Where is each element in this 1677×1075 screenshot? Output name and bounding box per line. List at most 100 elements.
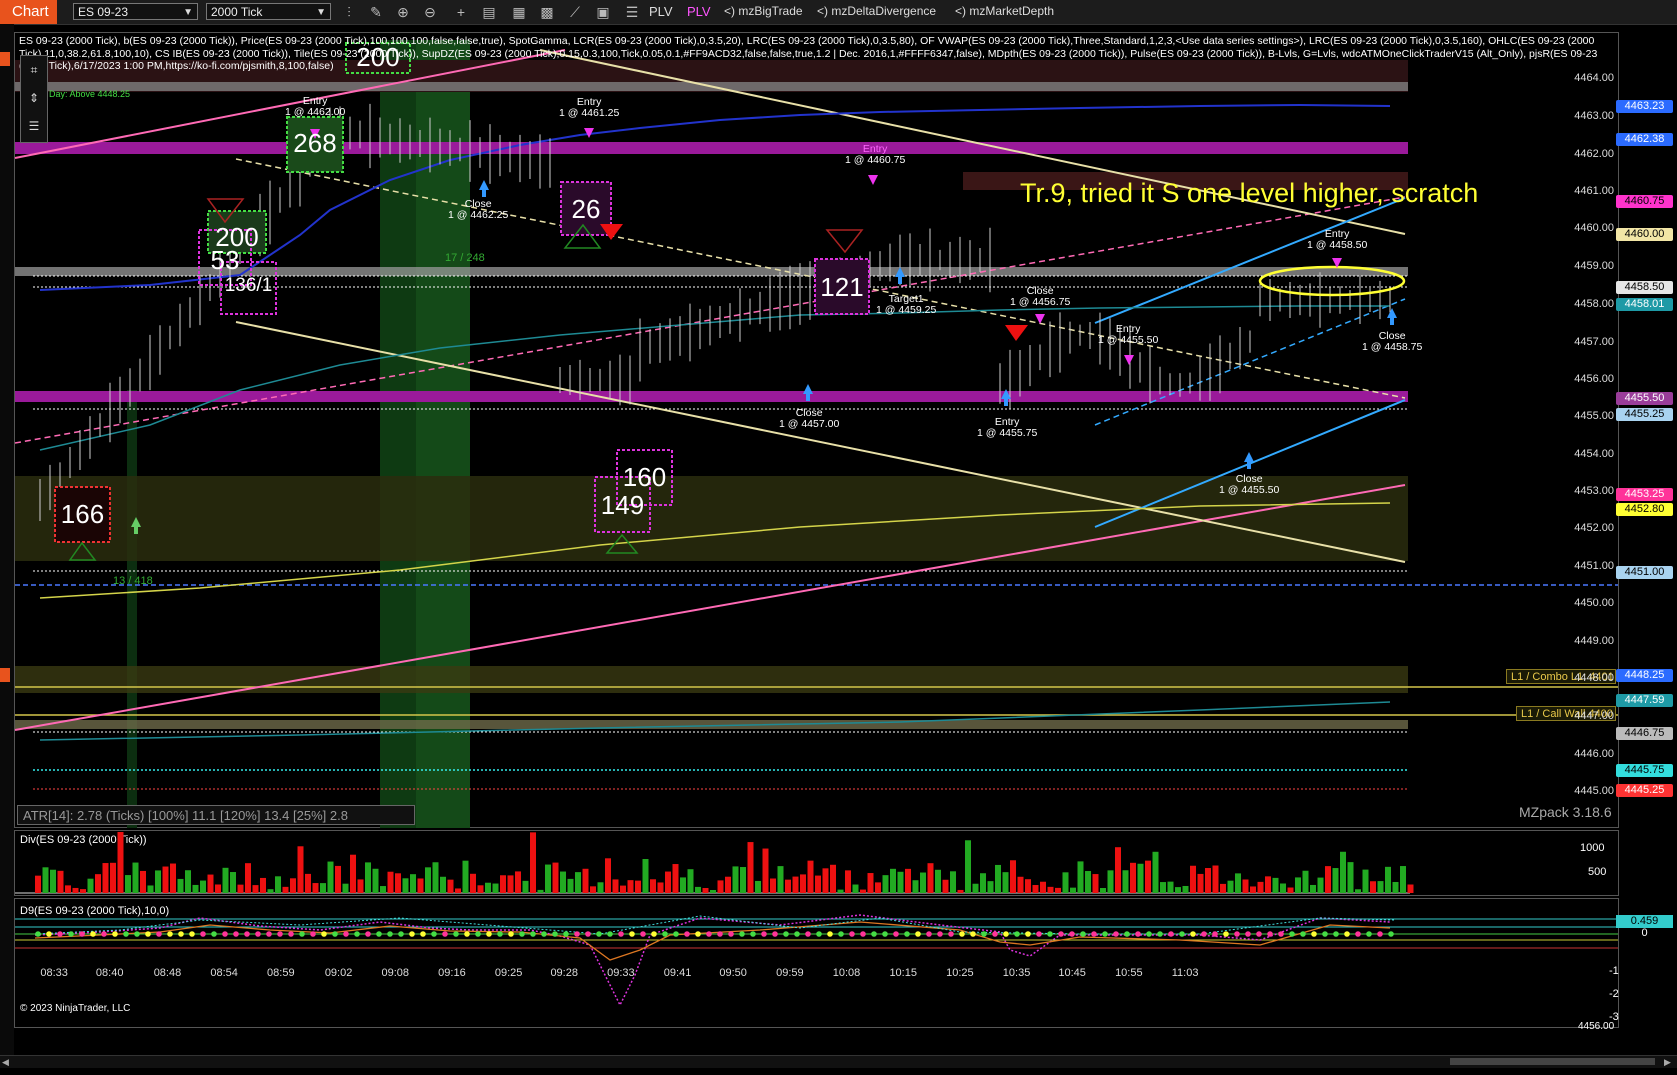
copyright: © 2023 NinjaTrader, LLC: [20, 1003, 131, 1014]
d9-dot: [618, 931, 624, 937]
d9-dot: [552, 931, 558, 937]
scrollbar-thumb[interactable]: [1450, 1058, 1655, 1065]
d9-dot: [1300, 931, 1306, 937]
d9-line-fast: [34, 914, 1391, 1007]
d9-dot: [1036, 931, 1042, 937]
d9-dot: [1355, 931, 1361, 937]
time-axis-label: 09:08: [381, 967, 410, 979]
d9-dot: [981, 931, 987, 937]
d9-dot: [90, 931, 96, 937]
d9-dot: [1113, 931, 1119, 937]
d9-dot: [805, 931, 811, 937]
d9-dot: [123, 931, 129, 937]
d9-dot: [585, 931, 591, 937]
d9-dot: [695, 931, 701, 937]
d9-axis-label: 4456.00: [1578, 1021, 1615, 1032]
d9-dot: [860, 931, 866, 937]
d9-dot: [167, 931, 173, 937]
d9-dot: [706, 931, 712, 937]
d9-dot: [46, 931, 52, 937]
time-axis-label: 09:02: [324, 967, 353, 979]
d9-axis-label: -2: [1609, 988, 1619, 1000]
d9-dot: [882, 931, 888, 937]
d9-dot: [1245, 931, 1251, 937]
time-axis-label: 09:28: [550, 967, 578, 979]
time-axis-label: 09:33: [607, 967, 635, 979]
d9-dot: [453, 931, 459, 937]
d9-dot: [145, 931, 151, 937]
d9-dot: [266, 931, 272, 937]
time-axis-label: 10:25: [946, 967, 974, 979]
d9-dot: [112, 931, 118, 937]
d9-dot: [321, 931, 327, 937]
d9-dot: [937, 931, 943, 937]
d9-dot: [574, 931, 580, 937]
d9-dot: [1234, 931, 1240, 937]
time-axis-label: 09:50: [719, 967, 747, 979]
d9-dot: [1333, 931, 1339, 937]
d9-dot: [992, 931, 998, 937]
d9-dot: [1223, 931, 1229, 937]
time-axis-label: 09:41: [663, 967, 692, 979]
d9-dot: [541, 931, 547, 937]
d9-dot: [299, 931, 305, 937]
d9-dot: [1146, 931, 1152, 937]
d9-dot: [508, 931, 514, 937]
d9-dot: [343, 931, 349, 937]
d9-dot: [1256, 931, 1262, 937]
d9-dot: [1157, 931, 1163, 937]
d9-dot: [486, 931, 492, 937]
d9-dot: [134, 931, 140, 937]
d9-dot: [222, 931, 228, 937]
d9-dot: [431, 931, 437, 937]
d9-dot: [354, 931, 360, 937]
d9-dot: [310, 931, 316, 937]
d9-dot: [1344, 931, 1350, 937]
horizontal-scrollbar[interactable]: ◀ ▶: [0, 1055, 1677, 1068]
d9-dot: [1047, 931, 1053, 937]
d9-axis-label: 0: [1641, 927, 1648, 939]
d9-dot: [1190, 931, 1196, 937]
d9-dot: [200, 931, 206, 937]
d9-dot: [651, 931, 657, 937]
d9-dot: [1168, 931, 1174, 937]
time-axis-label: 10:15: [889, 967, 917, 979]
d9-dot: [728, 931, 734, 937]
time-axis-label: 08:48: [153, 967, 182, 979]
d9-dot: [1377, 931, 1383, 937]
d9-dot: [673, 931, 679, 937]
time-axis-label: 11:03: [1171, 967, 1199, 979]
time-axis-label: 08:33: [40, 967, 68, 979]
d9-dot: [1179, 931, 1185, 937]
time-axis-label: 09:25: [494, 967, 523, 979]
d9-dot: [1091, 931, 1097, 937]
d9-dot: [794, 931, 800, 937]
d9-dot: [475, 931, 481, 937]
d9-dot: [1289, 931, 1295, 937]
d9-dot: [398, 931, 404, 937]
d9-dot: [1135, 931, 1141, 937]
d9-dot: [420, 931, 426, 937]
time-axis-label: 08:59: [267, 967, 295, 979]
d9-dot: [57, 931, 63, 937]
d9-dot: [35, 931, 41, 937]
d9-dot: [959, 931, 965, 937]
d9-dot: [739, 931, 745, 937]
d9-dot: [640, 931, 646, 937]
scroll-right-icon[interactable]: ▶: [1664, 1057, 1671, 1068]
d9-dot: [244, 931, 250, 937]
d9-dot: [233, 931, 239, 937]
scroll-left-icon[interactable]: ◀: [2, 1057, 9, 1068]
d9-dot: [915, 931, 921, 937]
d9-dot: [332, 931, 338, 937]
d9-dot: [1080, 931, 1086, 937]
d9-dot: [783, 931, 789, 937]
d9-dot: [1124, 931, 1130, 937]
d9-dot: [101, 931, 107, 937]
d9-dot: [189, 931, 195, 937]
d9-dot: [288, 931, 294, 937]
d9-dot: [1069, 931, 1075, 937]
d9-line-slow: [34, 921, 1391, 961]
d9-dot: [970, 931, 976, 937]
d9-dot: [68, 931, 74, 937]
